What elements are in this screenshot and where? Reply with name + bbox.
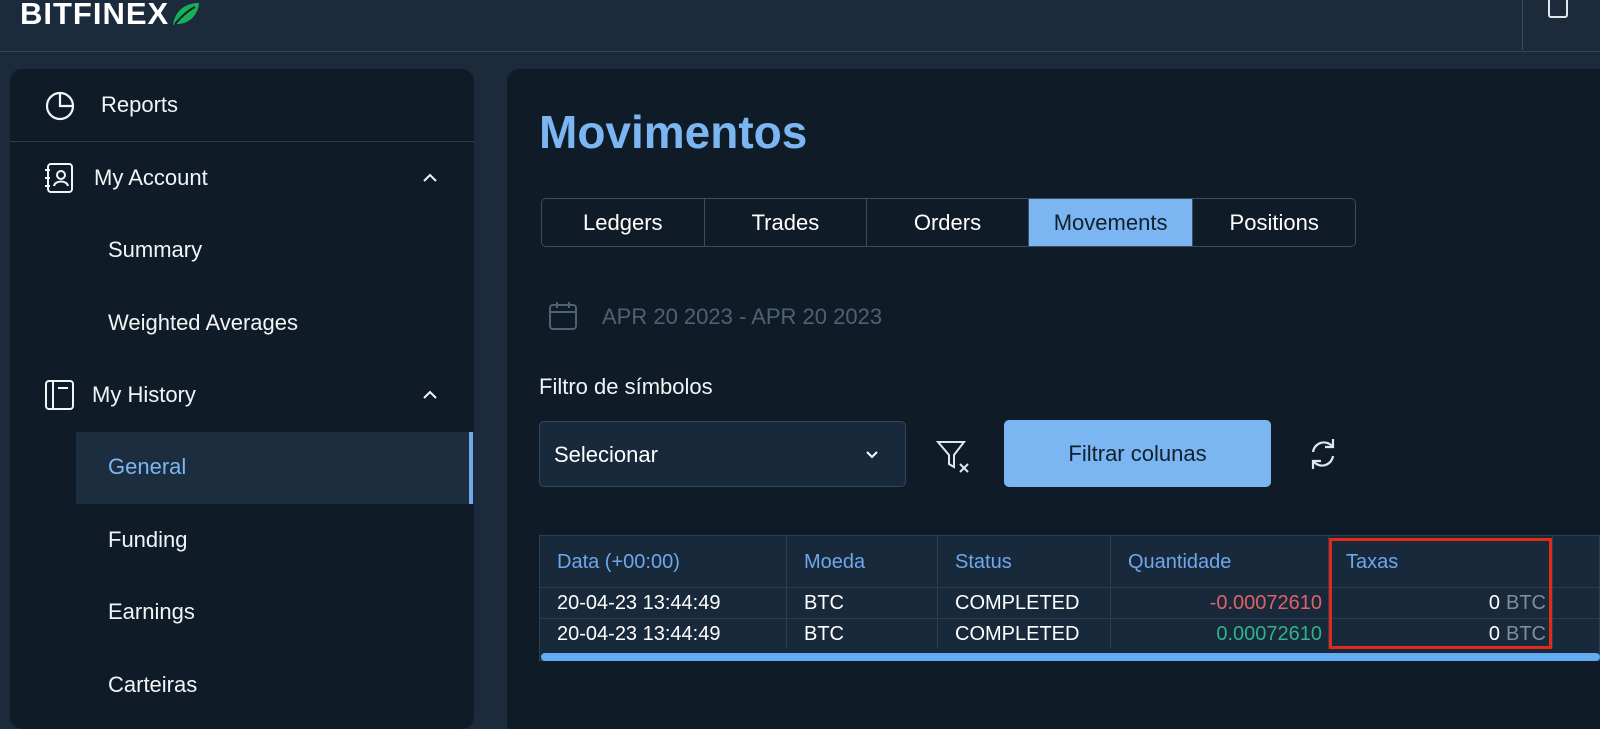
tab-positions[interactable]: Positions (1193, 199, 1355, 246)
cell-status: COMPLETED (938, 619, 1111, 649)
symbol-filter-label: Filtro de símbolos (539, 374, 713, 399)
fees-column-highlight (1329, 538, 1552, 649)
cell-date: 20-04-23 13:44:49 (540, 619, 787, 649)
filter-columns-button[interactable]: Filtrar colunas (1004, 420, 1271, 487)
tab-orders[interactable]: Orders (867, 199, 1029, 246)
column-header-currency[interactable]: Moeda (787, 536, 938, 588)
report-tabs: Ledgers Trades Orders Movements Position… (541, 198, 1356, 247)
notebook-icon (45, 380, 74, 410)
chevron-up-icon (423, 173, 437, 182)
cell-date: 20-04-23 13:44:49 (540, 588, 787, 618)
cell-amount: -0.00072610 (1111, 588, 1329, 618)
sidebar-item-general[interactable]: General (108, 454, 186, 480)
bitfinex-logo[interactable]: BITFINEX (20, 0, 201, 31)
sidebar-item-label: My Account (94, 165, 208, 190)
cell-currency: BTC (787, 588, 938, 618)
refresh-icon[interactable] (1305, 436, 1341, 472)
sidebar-item-funding[interactable]: Funding (108, 527, 188, 553)
horizontal-scrollbar[interactable] (541, 653, 1600, 661)
logo-text: BITFINEX (20, 0, 170, 31)
tab-ledgers[interactable]: Ledgers (542, 199, 705, 246)
logout-icon[interactable] (1548, 0, 1568, 18)
sidebar-item-reports[interactable]: Reports (10, 69, 474, 141)
sidebar-item-carteiras[interactable]: Carteiras (108, 672, 197, 698)
sidebar-item-label: Reports (101, 92, 179, 117)
sidebar-item-weighted-averages[interactable]: Weighted Averages (108, 310, 298, 336)
leaf-icon (173, 3, 200, 25)
column-header-amount[interactable]: Quantidade (1111, 536, 1329, 588)
chevron-down-icon (866, 451, 878, 459)
sidebar-item-label: My History (92, 382, 196, 407)
sidebar-item-summary[interactable]: Summary (108, 237, 202, 263)
top-divider (1522, 0, 1523, 50)
top-bar: BITFINEX (0, 0, 1600, 52)
column-header-date[interactable]: Data (+00:00) (540, 536, 787, 588)
sidebar-item-earnings[interactable]: Earnings (108, 599, 195, 625)
column-header-status[interactable]: Status (938, 536, 1111, 588)
clear-filter-icon[interactable] (935, 437, 975, 477)
chevron-up-icon (423, 390, 437, 399)
sidebar: Reports My Account Summary Weighted Aver… (10, 69, 474, 729)
cell-status: COMPLETED (938, 588, 1111, 618)
tab-trades[interactable]: Trades (705, 199, 868, 246)
sidebar-item-my-history[interactable]: My History (10, 359, 474, 431)
page-title: Movimentos (539, 106, 808, 158)
calendar-icon[interactable] (547, 300, 579, 332)
contact-book-icon (45, 163, 73, 193)
cell-amount: 0.00072610 (1111, 619, 1329, 649)
date-range[interactable]: APR 20 2023 - APR 20 2023 (602, 304, 882, 330)
tab-movements[interactable]: Movements (1028, 199, 1194, 246)
pie-chart-icon (45, 91, 75, 121)
sidebar-item-my-account[interactable]: My Account (10, 142, 474, 214)
select-value: Selecionar (554, 442, 658, 467)
symbol-select[interactable]: Selecionar (539, 421, 906, 487)
cell-currency: BTC (787, 619, 938, 649)
sidebar-active-indicator (469, 432, 473, 504)
